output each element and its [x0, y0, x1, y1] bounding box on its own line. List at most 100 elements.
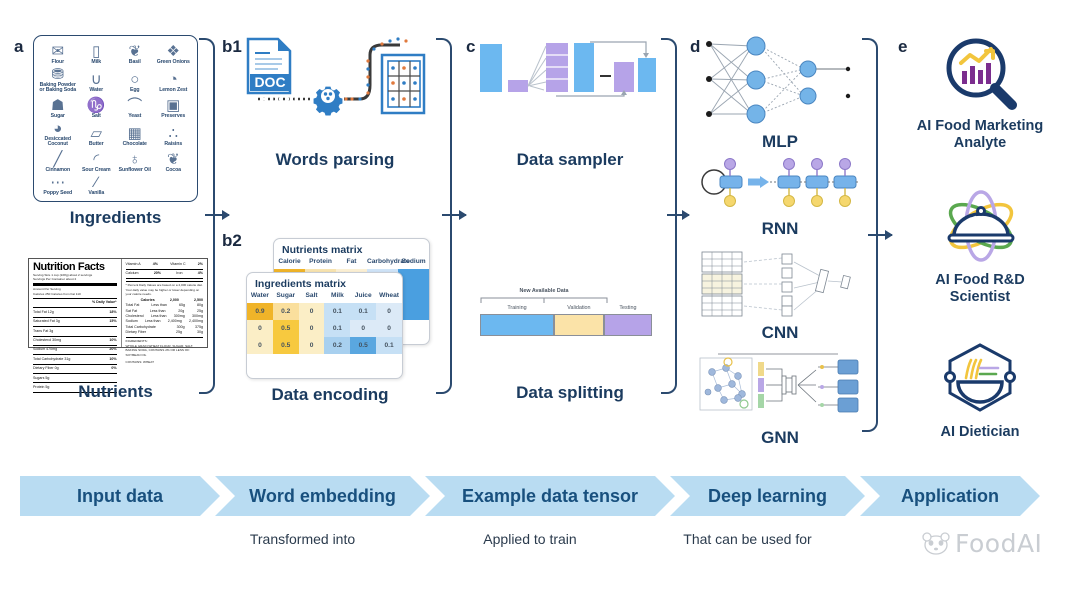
ingredient-label: Lemon Zest [159, 87, 188, 94]
app-label-scientist-line2: Scientist [949, 289, 1011, 306]
ingredients-matrix-cell: 0 [298, 302, 325, 320]
ingredient-item: ╱ Cinnamon [39, 149, 77, 174]
nutrition-row: Dietary Fiber 0g 0% [33, 366, 117, 371]
ingredient-item: ⛃ Baking Powder or Baking Soda [39, 67, 77, 94]
nutrition-facts-label: Nutrition Facts Serving Size 1 cup (228g… [28, 258, 208, 393]
ingredient-item: ◕ Desiccated Coconut [39, 121, 77, 148]
sugar-bowl-icon: ☗ [51, 97, 65, 115]
nutrition-row: Cholesterol 30mg 10% [33, 338, 117, 342]
dv-header-text: % Daily Value* [91, 300, 117, 305]
split-segment [603, 314, 652, 336]
ingredients-matrix-cell: 0.1 [324, 302, 351, 320]
nutrition-rows: Total Fat 12g 18% Saturated Fat 3g 15% Trans… [33, 310, 117, 393]
words-parsing-caption: Words parsing [275, 150, 395, 169]
pipeline-step-label: Deep learning [707, 485, 828, 506]
ingredients-matrix-col-header: Salt [305, 292, 318, 299]
ingredients-matrix-cell: 0 [298, 336, 325, 354]
daily-value-table: Calories 2,000 2,500 Total Fat Less than 65g 8… [126, 298, 203, 336]
nutrients-matrix-col-header: Carbohydrate [367, 258, 410, 265]
pipeline-connector-label: Applied to train [483, 531, 577, 547]
ingredient-item: ✉ Flour [39, 41, 77, 66]
daily-value-header: % Daily Value* [33, 300, 117, 305]
gnn-caption: GNN [761, 428, 799, 447]
app-label-marketing: AI Food Marketing Analyte [880, 118, 1080, 152]
rnn-caption: RNN [761, 219, 799, 238]
watermark-text: FoodAI [955, 529, 1043, 558]
ingredient-item: ▣ Preserves [155, 95, 193, 120]
new-available-data-label: New Available Data [519, 288, 569, 294]
nutrients-matrix-title: Nutrients matrix [282, 244, 363, 256]
ingredients-matrix-cell: 0.1 [376, 336, 402, 354]
panel-letter-c: c [466, 37, 476, 56]
ingredients-matrix-row: 0 0.5 0 0.1 0 0 [247, 319, 402, 337]
words-parsing-illustration: DOC [246, 37, 426, 116]
nutrients-matrix-col-header: Calorie [278, 258, 301, 265]
ingredients-matrix-cell: 0 [376, 302, 402, 320]
ingredients-matrix-table: Water Sugar Salt Milk Juice Wheat 0.9 0.2 0 0.1 0… [247, 292, 402, 354]
ingredient-label: Desiccated Coconut [44, 135, 72, 148]
arrow-c-to-d [667, 210, 690, 220]
pipeline-step-label: Input data [77, 485, 163, 506]
ingredient-item: ∕ Vanilla [78, 175, 116, 196]
app-label-marketing-line2: Analyte [953, 135, 1007, 152]
data-encoding-caption: Data encoding [271, 385, 389, 404]
cloche-atom-icon [947, 190, 1015, 262]
nutrition-row: Trans Fat 3g [33, 328, 54, 333]
ingredient-label: Green Onions [156, 59, 190, 66]
mlp-network-icon [706, 36, 851, 124]
ingredients-matrix-cell: 0 [350, 319, 377, 337]
ingredients-matrix-cell: 0.5 [272, 319, 299, 337]
sampler-bar-6 [638, 58, 656, 92]
ingredient-label: Butter [88, 141, 104, 148]
ingredient-item: ◔ Lemon Zest [155, 67, 193, 94]
pipeline-step-label: Example data tensor [461, 485, 639, 506]
ingredient-label: Cocoa [165, 167, 181, 174]
bracket-a [199, 38, 215, 394]
sampler-bar-2 [508, 80, 528, 92]
ingredient-label: Yeast [128, 113, 142, 120]
ingredients-matrix-row: 0.9 0.2 0 0.1 0.1 0 [247, 302, 402, 320]
app-label-marketing-line1: AI Food Marketing [916, 118, 1044, 134]
app-label-dietician: AI Dietician [880, 424, 1080, 441]
sampler-bar-5 [614, 62, 634, 92]
ingredient-label: Baking Powder or Baking Soda [39, 81, 77, 94]
ingredients-matrix-title: Ingredients matrix [255, 278, 347, 290]
ingredients-matrix-cell: 0.2 [272, 302, 299, 320]
nutrients-caption: Nutrients [78, 382, 153, 401]
panel-letter-b1: b1 [222, 37, 242, 56]
ingredient-label: Sugar [50, 113, 65, 120]
pipeline-step-label: Application [901, 485, 999, 506]
app-label-scientist-line1: AI Food R&D [935, 272, 1025, 288]
salt-shaker-icon: ♑ [86, 97, 106, 115]
pipeline-connector-label: Transformed into [249, 531, 356, 547]
mlp-caption: MLP [762, 132, 798, 151]
ingredient-item: ❦ Cocoa [155, 149, 193, 174]
contains-allergens: CONTAINS: WHEAT [125, 360, 154, 365]
ingredient-label: Cinnamon [45, 167, 71, 174]
servings-per-container: Servings Per Container about 2 [33, 277, 77, 282]
ingredient-item: ⋯ Poppy Seed [39, 175, 77, 196]
split-bracket [480, 297, 608, 303]
poppy-seed-icon: ⋯ [50, 173, 66, 191]
ingredient-item: ∴ Raisins [155, 121, 193, 148]
vanilla-pod-icon: ∕ [94, 173, 98, 191]
preserves-jar-icon: ▣ [166, 97, 181, 115]
milk-carton-icon: ▯ [92, 43, 101, 61]
ingredients-matrix-cell: 0 [376, 319, 402, 337]
yeast-spoon-icon: ⌒ [127, 97, 143, 115]
oil-bottle-icon: ♁ [129, 151, 141, 169]
panel-letter-b2: b2 [222, 231, 242, 250]
ingredient-label: Sour Cream [82, 167, 111, 174]
ingredient-label: Basil [128, 59, 141, 66]
dv-table-row: Dietary Fiber 25g 30g [125, 330, 203, 335]
ingredient-label: Chocolate [122, 141, 147, 148]
cnn-caption: CNN [761, 323, 799, 342]
pipeline-step-word-embedding: Word embedding [215, 476, 430, 516]
split-segment-label: Validation [567, 305, 591, 311]
ingredients-matrix-card: Ingredients matrix Water Sugar Salt Milk Jui… [246, 272, 403, 379]
ingredient-item: ▦ Chocolate [116, 121, 154, 148]
svg-text:DOC: DOC [254, 74, 285, 90]
vitamin-row: Calcium 20% Iron 4% [125, 271, 203, 276]
cnn-network-icon [701, 251, 851, 317]
ingredient-label: Water [89, 87, 104, 94]
